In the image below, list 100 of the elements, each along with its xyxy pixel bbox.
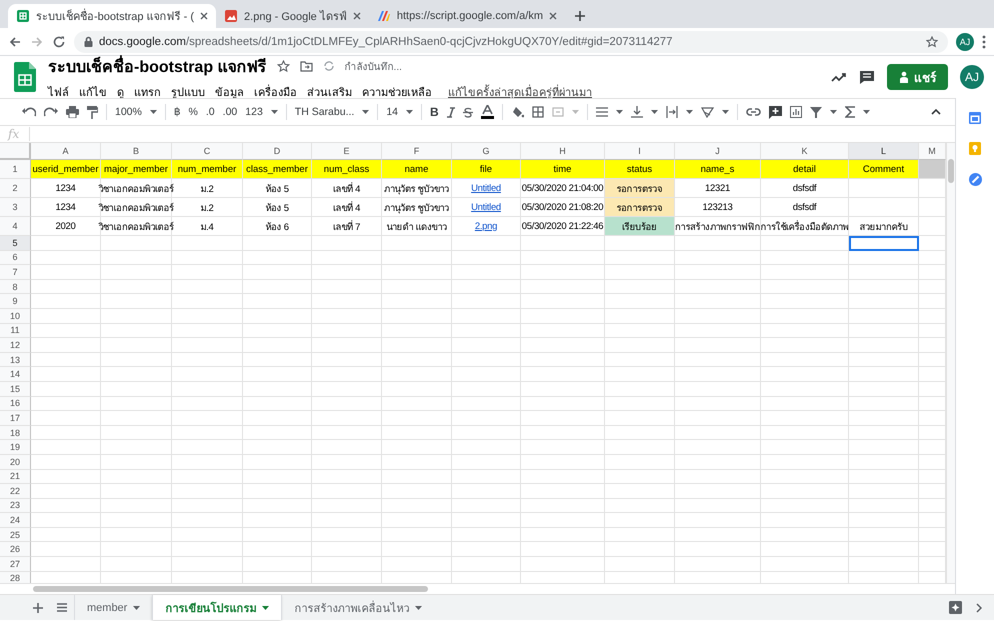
- scrollbar-thumb[interactable]: [948, 159, 954, 183]
- menu-item[interactable]: ไฟล์: [48, 82, 69, 100]
- row-header[interactable]: 7: [0, 265, 31, 280]
- row-header[interactable]: 8: [0, 280, 31, 294]
- empty-cell[interactable]: [382, 470, 452, 484]
- empty-cell[interactable]: [605, 324, 675, 338]
- empty-cell[interactable]: [382, 426, 452, 440]
- more-icon[interactable]: [982, 34, 986, 48]
- table-cell[interactable]: วิชาเอกคอมพิวเตอร์: [101, 179, 172, 198]
- caret-icon[interactable]: [862, 110, 870, 114]
- share-button[interactable]: แชร์: [887, 64, 948, 90]
- empty-cell[interactable]: [605, 513, 675, 528]
- empty-cell[interactable]: [761, 382, 849, 397]
- empty-cell[interactable]: [382, 352, 452, 368]
- empty-cell[interactable]: [849, 367, 919, 382]
- link-icon[interactable]: [746, 108, 761, 116]
- empty-cell[interactable]: [382, 454, 452, 470]
- empty-cell[interactable]: [675, 440, 761, 455]
- empty-cell[interactable]: [243, 338, 312, 353]
- empty-cell[interactable]: [172, 557, 243, 572]
- empty-cell[interactable]: [452, 352, 521, 368]
- empty-cell[interactable]: [243, 265, 312, 280]
- empty-cell[interactable]: [521, 396, 605, 412]
- star-icon[interactable]: [926, 36, 938, 48]
- empty-cell[interactable]: [172, 498, 243, 514]
- empty-cell[interactable]: [521, 426, 605, 440]
- empty-cell[interactable]: [761, 484, 849, 499]
- empty-cell[interactable]: [849, 557, 919, 572]
- empty-cell[interactable]: [243, 367, 312, 382]
- empty-cell[interactable]: [521, 498, 605, 514]
- column-header[interactable]: D: [243, 143, 312, 160]
- functions-icon[interactable]: [844, 106, 855, 118]
- empty-cell[interactable]: [382, 396, 452, 412]
- empty-cell[interactable]: [243, 454, 312, 470]
- empty-cell[interactable]: [172, 484, 243, 499]
- empty-cell[interactable]: [761, 324, 849, 338]
- empty-cell[interactable]: [172, 454, 243, 470]
- empty-cell[interactable]: [605, 236, 675, 251]
- row-header[interactable]: 4: [0, 217, 31, 236]
- caret-icon[interactable]: [722, 110, 729, 114]
- empty-cell[interactable]: [605, 250, 675, 266]
- link-cell[interactable]: 2.png: [452, 217, 521, 236]
- empty-cell[interactable]: [521, 440, 605, 455]
- empty-cell[interactable]: [849, 440, 919, 455]
- trend-icon[interactable]: [831, 72, 847, 82]
- empty-cell[interactable]: [312, 382, 382, 397]
- empty-cell[interactable]: [312, 440, 382, 455]
- empty-cell[interactable]: [243, 250, 312, 266]
- text-wrap-icon[interactable]: [666, 106, 678, 118]
- empty-cell[interactable]: [101, 513, 172, 528]
- empty-cell[interactable]: [605, 294, 675, 309]
- empty-cell[interactable]: [172, 470, 243, 484]
- browser-tab[interactable]: https://script.google.com/a/km: [368, 4, 565, 28]
- empty-cell[interactable]: [452, 324, 521, 338]
- empty-cell[interactable]: [452, 426, 521, 440]
- empty-cell[interactable]: [172, 542, 243, 558]
- insert-comment-icon[interactable]: [768, 106, 782, 118]
- empty-cell[interactable]: [521, 308, 605, 324]
- empty-cell[interactable]: [849, 265, 919, 280]
- empty-cell[interactable]: [382, 294, 452, 309]
- empty-cell[interactable]: [761, 265, 849, 280]
- borders-icon[interactable]: [532, 106, 544, 118]
- increase-decimals[interactable]: .00: [222, 106, 238, 118]
- empty-cell[interactable]: [243, 411, 312, 426]
- empty-cell[interactable]: [849, 198, 919, 217]
- row-header[interactable]: 16: [0, 396, 31, 412]
- row-header[interactable]: 14: [0, 367, 31, 382]
- empty-cell[interactable]: [382, 528, 452, 542]
- empty-cell[interactable]: [382, 236, 452, 251]
- empty-cell[interactable]: [312, 513, 382, 528]
- table-cell[interactable]: dsfsdf: [761, 198, 849, 217]
- empty-cell[interactable]: [101, 498, 172, 514]
- empty-cell[interactable]: [452, 294, 521, 309]
- empty-cell[interactable]: [849, 352, 919, 368]
- text-color-icon[interactable]: [480, 105, 494, 119]
- empty-cell[interactable]: [521, 557, 605, 572]
- empty-cell[interactable]: [605, 396, 675, 412]
- highlighted-cell[interactable]: เรียบร้อย: [605, 217, 675, 236]
- empty-cell[interactable]: [761, 338, 849, 353]
- empty-cell[interactable]: [312, 294, 382, 309]
- list-icon[interactable]: [57, 603, 67, 612]
- row-header[interactable]: 10: [0, 308, 31, 324]
- table-cell[interactable]: การสร้างภาพกราฟฟิก: [675, 217, 761, 236]
- empty-cell[interactable]: [312, 338, 382, 353]
- empty-cell[interactable]: [605, 338, 675, 353]
- empty-cell[interactable]: [675, 528, 761, 542]
- sheet-tab[interactable]: การเขียนโปรแกรม: [152, 595, 282, 620]
- empty-cell[interactable]: [761, 470, 849, 484]
- empty-cell[interactable]: [243, 528, 312, 542]
- empty-cell[interactable]: [521, 528, 605, 542]
- calendar-icon[interactable]: [969, 112, 981, 124]
- empty-cell[interactable]: [172, 396, 243, 412]
- empty-cell[interactable]: [605, 352, 675, 368]
- scrollbar-thumb[interactable]: [33, 586, 428, 592]
- empty-cell[interactable]: [675, 426, 761, 440]
- empty-cell[interactable]: [312, 265, 382, 280]
- number-format[interactable]: 123: [245, 106, 263, 118]
- menu-item[interactable]: ความช่วยเหลือ: [362, 82, 432, 100]
- empty-cell[interactable]: [312, 470, 382, 484]
- row-header[interactable]: 3: [0, 198, 31, 217]
